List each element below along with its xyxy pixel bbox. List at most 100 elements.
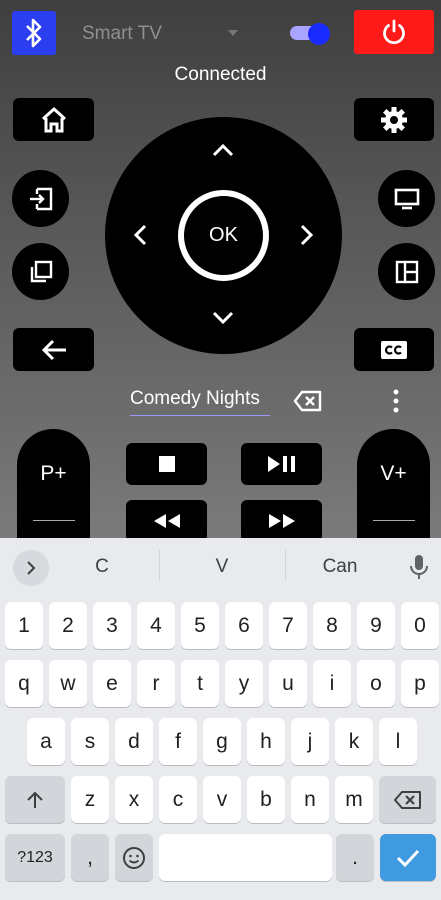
multiview-button[interactable] (12, 243, 69, 300)
closed-captions-icon (381, 340, 407, 359)
volume-rocker[interactable]: V+ (357, 429, 430, 538)
play-pause-button[interactable] (241, 443, 322, 485)
home-button[interactable] (13, 98, 94, 141)
key-x[interactable]: x (115, 776, 153, 823)
key-v[interactable]: v (203, 776, 241, 823)
check-icon (396, 849, 420, 867)
gear-icon (381, 106, 407, 133)
suggestion-divider (285, 550, 286, 580)
input-source-button[interactable] (12, 170, 69, 227)
fast-forward-button[interactable] (241, 500, 322, 538)
home-icon (41, 107, 66, 132)
key-5[interactable]: 5 (181, 602, 219, 649)
device-name: Smart TV (82, 23, 162, 44)
key-r[interactable]: r (137, 660, 175, 707)
shift-arrow-icon (27, 791, 43, 808)
backspace-icon (293, 390, 322, 412)
back-button[interactable] (13, 328, 94, 371)
volume-up-label: V+ (380, 462, 407, 485)
key-n[interactable]: n (291, 776, 329, 823)
channel-rocker[interactable]: P+ (17, 429, 90, 538)
microphone-icon (410, 555, 428, 579)
chevron-up-icon (212, 143, 234, 157)
bluetooth-button[interactable] (12, 11, 56, 55)
key-z[interactable]: z (71, 776, 109, 823)
settings-button[interactable] (354, 98, 434, 141)
emoji-key[interactable] (115, 834, 153, 881)
copy-windows-icon (30, 260, 52, 282)
dpad-right-button[interactable] (292, 220, 322, 250)
key-j[interactable]: j (291, 718, 329, 765)
key-m[interactable]: m (335, 776, 373, 823)
key-e[interactable]: e (93, 660, 131, 707)
key-6[interactable]: 6 (225, 602, 263, 649)
dropdown-caret-icon (228, 30, 238, 36)
tv-icon (394, 188, 419, 209)
tv-button[interactable] (378, 170, 435, 227)
device-dropdown[interactable]: Smart TV (82, 20, 242, 48)
key-1[interactable]: 1 (5, 602, 43, 649)
key-y[interactable]: y (225, 660, 263, 707)
key-d[interactable]: d (115, 718, 153, 765)
stop-icon (158, 456, 175, 472)
key-2[interactable]: 2 (49, 602, 87, 649)
comma-key[interactable]: , (71, 834, 109, 881)
dpad-up-button[interactable] (208, 135, 238, 165)
key-c[interactable]: c (159, 776, 197, 823)
key-b[interactable]: b (247, 776, 285, 823)
key-8[interactable]: 8 (313, 602, 351, 649)
key-i[interactable]: i (313, 660, 351, 707)
emoji-icon (123, 846, 145, 869)
dpad-left-button[interactable] (125, 220, 155, 250)
play-pause-icon (267, 456, 295, 472)
dpad-down-button[interactable] (208, 303, 238, 333)
backspace-key[interactable] (379, 776, 436, 823)
key-o[interactable]: o (357, 660, 395, 707)
chevron-left-icon (133, 224, 147, 246)
backspace-icon (393, 790, 421, 809)
closed-captions-button[interactable] (354, 328, 434, 371)
expand-toolbar-button[interactable] (13, 550, 49, 586)
key-s[interactable]: s (71, 718, 109, 765)
chevron-right-icon (300, 224, 314, 246)
key-f[interactable]: f (159, 718, 197, 765)
key-9[interactable]: 9 (357, 602, 395, 649)
key-3[interactable]: 3 (93, 602, 131, 649)
key-0[interactable]: 0 (401, 602, 439, 649)
key-4[interactable]: 4 (137, 602, 175, 649)
power-button[interactable] (354, 10, 434, 54)
key-p[interactable]: p (401, 660, 439, 707)
key-h[interactable]: h (247, 718, 285, 765)
key-7[interactable]: 7 (269, 602, 307, 649)
volume-divider (372, 520, 415, 521)
space-key[interactable] (159, 834, 332, 881)
suggestion-2[interactable]: V (182, 556, 262, 578)
rewind-button[interactable] (126, 500, 207, 538)
clear-text-button[interactable] (293, 390, 323, 412)
text-input[interactable]: Comedy Nights (130, 388, 270, 416)
layout-button[interactable] (378, 243, 435, 300)
enter-key[interactable] (380, 834, 436, 881)
key-k[interactable]: k (335, 718, 373, 765)
more-vertical-icon (393, 389, 399, 413)
symbols-key[interactable]: ?123 (5, 834, 65, 881)
key-g[interactable]: g (203, 718, 241, 765)
period-key[interactable]: . (336, 834, 374, 881)
key-l[interactable]: l (379, 718, 417, 765)
key-w[interactable]: w (49, 660, 87, 707)
stop-button[interactable] (126, 443, 207, 485)
suggestion-1[interactable]: C (62, 556, 142, 578)
shift-key[interactable] (5, 776, 65, 823)
power-icon (383, 19, 405, 45)
chevron-down-icon (212, 311, 234, 325)
more-options-button[interactable] (388, 388, 404, 414)
key-q[interactable]: q (5, 660, 43, 707)
key-t[interactable]: t (181, 660, 219, 707)
connection-toggle[interactable] (290, 23, 332, 45)
toggle-thumb (308, 23, 330, 45)
ok-button[interactable]: OK (178, 190, 269, 281)
suggestion-3[interactable]: Can (300, 556, 380, 578)
key-a[interactable]: a (27, 718, 65, 765)
key-u[interactable]: u (269, 660, 307, 707)
voice-input-button[interactable] (408, 553, 430, 581)
